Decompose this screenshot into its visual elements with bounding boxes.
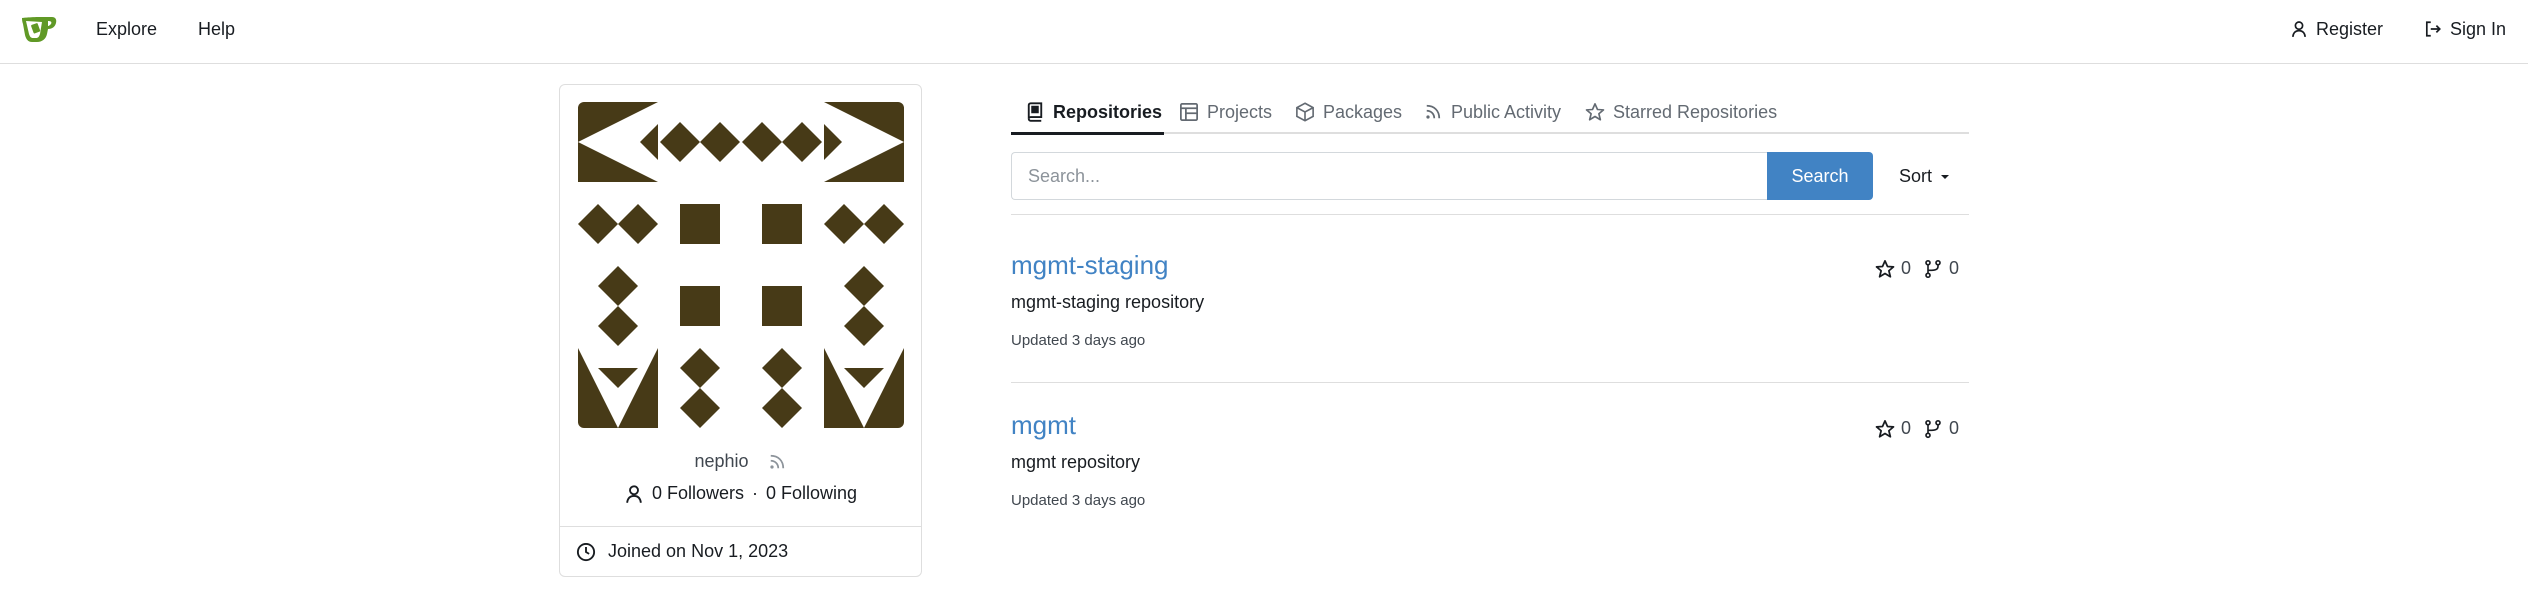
- profile-tabs: Repositories Projects Packages Public Ac…: [1011, 90, 1969, 134]
- clock-icon: [576, 542, 596, 561]
- fork-count-value: 0: [1948, 418, 1959, 438]
- card-divider: [560, 526, 921, 527]
- repo-divider: [1011, 382, 1969, 383]
- rss-icon: [1426, 104, 1441, 119]
- repo-stats: 0 0: [1869, 418, 1959, 439]
- repo-item: mgmt mgmt repository Updated 3 days ago …: [1011, 410, 1969, 510]
- repo-icon: [1027, 102, 1043, 122]
- help-link[interactable]: Help: [198, 18, 235, 40]
- tab-public-activity-label: Public Activity: [1451, 101, 1562, 122]
- repo-name-link[interactable]: mgmt: [1011, 410, 1076, 441]
- gitea-logo-icon[interactable]: [20, 12, 58, 46]
- profile-card: nephio 0 Followers · 0 Following Joined …: [559, 84, 922, 577]
- repo-updated: Updated 3 days ago: [1011, 332, 1146, 349]
- search-divider: [1011, 214, 1969, 215]
- star-count-value: 0: [1900, 418, 1911, 438]
- avatar: [578, 102, 904, 428]
- fork-icon: [1925, 419, 1941, 438]
- sort-label: Sort: [1899, 166, 1933, 186]
- star-count-value: 0: [1900, 258, 1911, 278]
- tab-packages[interactable]: Packages: [1295, 98, 1402, 126]
- sign-in-link[interactable]: Sign In: [2424, 18, 2506, 40]
- tab-starred-label: Starred Repositories: [1613, 101, 1778, 122]
- fork-count[interactable]: 0: [1923, 418, 1959, 439]
- repo-search-input[interactable]: [1011, 152, 1767, 200]
- repo-item: mgmt-staging mgmt-staging repository Upd…: [1011, 250, 1969, 350]
- rss-feed-icon[interactable]: [767, 452, 787, 472]
- tab-repositories-label: Repositories: [1053, 101, 1163, 122]
- tab-packages-label: Packages: [1323, 101, 1403, 122]
- tab-projects[interactable]: Projects: [1179, 98, 1272, 126]
- star-count[interactable]: 0: [1875, 418, 1911, 439]
- person-icon: [626, 484, 642, 503]
- register-link[interactable]: Register: [2290, 18, 2383, 40]
- star-icon: [1875, 419, 1895, 438]
- person-icon: [2291, 21, 2307, 38]
- star-icon: [1585, 103, 1605, 121]
- sign-in-icon: [2425, 21, 2441, 37]
- active-tab-indicator: [1011, 132, 1164, 135]
- follow-stats: 0 Followers · 0 Following: [560, 483, 921, 504]
- fork-count-value: 0: [1948, 258, 1959, 278]
- repo-updated: Updated 3 days ago: [1011, 492, 1146, 509]
- top-navbar: Explore Help Register Sign In: [0, 0, 2528, 64]
- register-label: Register: [2316, 19, 2384, 39]
- fork-icon: [1925, 259, 1941, 278]
- explore-label: Explore: [96, 19, 158, 39]
- caret-down-icon: [1941, 174, 1950, 179]
- following-link[interactable]: 0 Following: [766, 483, 857, 504]
- fork-count[interactable]: 0: [1923, 258, 1959, 279]
- search-button[interactable]: Search: [1767, 152, 1873, 200]
- explore-link[interactable]: Explore: [96, 18, 157, 40]
- repo-description: mgmt repository: [1011, 452, 1141, 472]
- tab-repositories[interactable]: Repositories: [1025, 98, 1162, 126]
- repo-stats: 0 0: [1869, 258, 1959, 279]
- followers-link[interactable]: 0 Followers: [652, 483, 744, 504]
- joined-date: Joined on Nov 1, 2023: [576, 541, 788, 562]
- joined-label: Joined on Nov 1, 2023: [608, 541, 789, 561]
- repo-name-link[interactable]: mgmt-staging: [1011, 250, 1169, 281]
- username: nephio: [694, 451, 749, 471]
- package-icon: [1296, 102, 1314, 122]
- project-icon: [1180, 103, 1198, 121]
- sign-in-label: Sign In: [2450, 19, 2507, 39]
- repo-description: mgmt-staging repository: [1011, 292, 1205, 312]
- tab-starred-repositories[interactable]: Starred Repositories: [1585, 98, 1777, 126]
- tab-public-activity[interactable]: Public Activity: [1423, 98, 1561, 126]
- follow-separator: ·: [751, 483, 758, 503]
- star-icon: [1875, 259, 1895, 278]
- username-row: nephio: [560, 451, 921, 472]
- star-count[interactable]: 0: [1875, 258, 1911, 279]
- tab-projects-label: Projects: [1207, 101, 1273, 122]
- help-label: Help: [198, 19, 236, 39]
- sort-dropdown[interactable]: Sort: [1899, 166, 1950, 187]
